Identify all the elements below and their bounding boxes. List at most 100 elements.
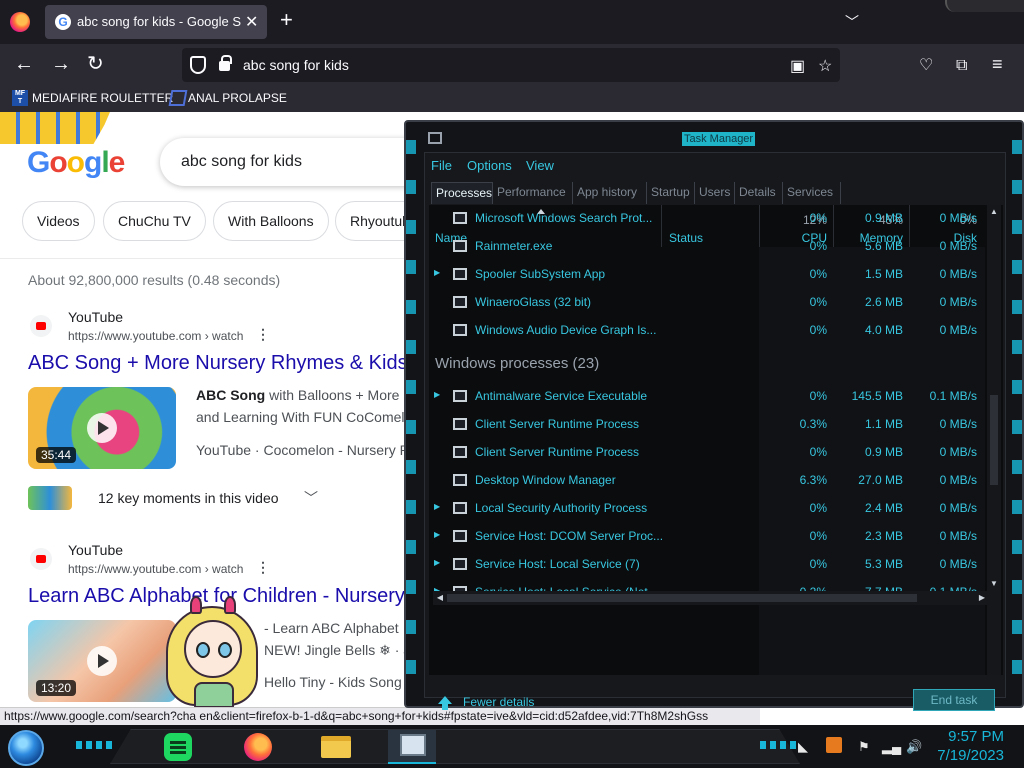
- tray-chevron-icon[interactable]: ◣: [798, 739, 808, 755]
- reload-icon[interactable]: ↻: [87, 54, 104, 74]
- process-disk: 0 MB/s: [939, 295, 977, 309]
- result-menu-kebab-icon[interactable]: ⋮: [256, 326, 270, 343]
- menu-file[interactable]: File: [431, 158, 452, 173]
- firefox-logo-icon[interactable]: [10, 12, 30, 32]
- key-moments-thumbnail[interactable]: [28, 486, 72, 510]
- fewer-details-up-arrow-icon[interactable]: [437, 696, 453, 712]
- process-memory: 0.9 MB: [864, 211, 903, 225]
- result-site-name[interactable]: YouTube: [68, 309, 123, 325]
- result-url[interactable]: https://www.youtube.com › watch: [68, 562, 243, 576]
- fewer-details-link[interactable]: Fewer details: [463, 695, 534, 709]
- process-row[interactable]: Desktop Window Manager 6.3% 27.0 MB 0 MB/s: [429, 467, 985, 495]
- chip-chuchu-tv[interactable]: ChuChu TV: [103, 201, 206, 241]
- desktop-screen: G abc song for kids - Google Search ✕ + …: [0, 0, 1024, 768]
- tab-users[interactable]: Users: [695, 182, 735, 204]
- tab-details[interactable]: Details: [735, 182, 783, 204]
- process-row[interactable]: Client Server Runtime Process 0.3% 1.1 MB 0…: [429, 411, 985, 439]
- result-site-name[interactable]: YouTube: [68, 542, 123, 558]
- process-row[interactable]: WinaeroGlass (32 bit) 0% 2.6 MB 0 MB/s: [429, 289, 985, 317]
- address-bar-text[interactable]: abc song for kids: [243, 57, 349, 73]
- result-url[interactable]: https://www.youtube.com › watch: [68, 329, 243, 343]
- task-manager-title-icon[interactable]: [428, 132, 442, 144]
- video-thumbnail[interactable]: 35:44: [28, 387, 176, 469]
- process-row[interactable]: ▶ Service Host: Local Service (7) 0% 5.3 MB…: [429, 551, 985, 579]
- scroll-left-arrow-icon[interactable]: ◀: [435, 593, 445, 603]
- clock-date[interactable]: 7/19/2023: [928, 747, 1004, 764]
- process-row[interactable]: ▶ Service Host: DCOM Server Proc... 0% 2.3 …: [429, 523, 985, 551]
- extensions-puzzle-icon[interactable]: ⧉: [956, 56, 967, 76]
- expand-arrow-icon[interactable]: ▶: [434, 558, 440, 567]
- list-all-tabs-chevron-icon[interactable]: ﹀: [845, 12, 859, 32]
- result-title-link[interactable]: ABC Song + More Nursery Rhymes & Kids: [28, 352, 408, 375]
- tab-app-history[interactable]: App history: [573, 182, 647, 204]
- end-task-button[interactable]: End task: [913, 689, 995, 711]
- process-row[interactable]: ▶ Spooler SubSystem App 0% 1.5 MB 0 MB/s: [429, 261, 985, 289]
- vertical-scroll-thumb[interactable]: [990, 395, 998, 485]
- youtube-favicon-icon[interactable]: [30, 315, 52, 337]
- start-button-orb-icon[interactable]: [8, 730, 44, 766]
- new-tab-button[interactable]: +: [280, 9, 293, 31]
- process-disk: 0 MB/s: [939, 557, 977, 571]
- process-disk: 0 MB/s: [939, 529, 977, 543]
- mediafire-bookmark-icon[interactable]: MF T: [12, 90, 28, 106]
- tab-services[interactable]: Services: [783, 182, 841, 204]
- expand-arrow-icon[interactable]: ▶: [434, 390, 440, 399]
- horizontal-scrollbar[interactable]: ◀ ▶: [433, 591, 989, 605]
- bookmark-mediafire-rouletter[interactable]: MEDIAFIRE ROULETTER: [32, 91, 173, 105]
- scroll-up-arrow-icon[interactable]: ▲: [989, 207, 999, 217]
- tracking-protection-shield-icon[interactable]: [190, 56, 206, 74]
- menu-view[interactable]: View: [526, 158, 554, 173]
- play-icon[interactable]: [87, 413, 117, 443]
- hamburger-menu-icon[interactable]: ≡: [992, 54, 1003, 74]
- google-logo[interactable]: Google: [27, 146, 125, 180]
- expand-arrow-icon[interactable]: ▶: [434, 502, 440, 511]
- chip-with-balloons[interactable]: With Balloons: [213, 201, 329, 241]
- tab-processes[interactable]: Processes: [431, 182, 493, 204]
- address-bar[interactable]: abc song for kids ▣ ☆: [182, 48, 840, 82]
- expand-arrow-icon[interactable]: ▶: [434, 268, 440, 277]
- process-row[interactable]: Rainmeter.exe 0% 5.6 MB 0 MB/s: [429, 233, 985, 261]
- tab-startup[interactable]: Startup: [647, 182, 695, 204]
- browser-tab-google-search[interactable]: G abc song for kids - Google Search ✕: [45, 5, 267, 39]
- group-header-windows-processes[interactable]: Windows processes (23): [435, 355, 599, 372]
- expand-arrow-icon[interactable]: ▶: [434, 530, 440, 539]
- taskbar-file-explorer[interactable]: [312, 730, 360, 764]
- taskbar-firefox[interactable]: [234, 730, 282, 764]
- scroll-down-arrow-icon[interactable]: ▼: [989, 579, 999, 589]
- play-icon[interactable]: [87, 646, 117, 676]
- pocket-icon[interactable]: ♡: [919, 56, 933, 76]
- clock-time[interactable]: 9:57 PM: [938, 728, 1004, 745]
- action-center-flag-icon[interactable]: ⚑: [858, 739, 870, 755]
- tab-performance[interactable]: Performance: [493, 182, 573, 204]
- search-query-text[interactable]: abc song for kids: [181, 153, 302, 171]
- taskbar-spotify[interactable]: [154, 730, 202, 764]
- result-menu-kebab-icon[interactable]: ⋮: [256, 559, 270, 576]
- volume-icon[interactable]: 🔊: [906, 739, 922, 755]
- bookmark-star-icon[interactable]: ☆: [818, 56, 832, 76]
- process-row[interactable]: ▶ Local Security Authority Process 0% 2.4 M…: [429, 495, 985, 523]
- lock-icon[interactable]: [219, 55, 232, 71]
- process-row[interactable]: Microsoft Windows Search Prot... 0% 0.9 MB…: [429, 205, 985, 233]
- network-icon[interactable]: ▂▄: [882, 739, 901, 755]
- process-row[interactable]: ▶ Antimalware Service Executable 0% 145.5 M…: [429, 383, 985, 411]
- taskbar-task-manager[interactable]: [388, 730, 436, 764]
- process-row[interactable]: Client Server Runtime Process 0% 0.9 MB 0 M…: [429, 439, 985, 467]
- tray-app-icon[interactable]: [826, 737, 842, 753]
- sticker-body: [194, 682, 234, 708]
- menu-options[interactable]: Options: [467, 158, 512, 173]
- scroll-right-arrow-icon[interactable]: ▶: [977, 593, 987, 603]
- tab-close-icon[interactable]: ✕: [245, 12, 258, 32]
- chip-videos[interactable]: Videos: [22, 201, 95, 241]
- forward-arrow-icon[interactable]: →: [51, 54, 71, 74]
- video-thumbnail[interactable]: 13:20: [28, 620, 176, 702]
- chevron-down-icon[interactable]: ﹀: [304, 488, 318, 508]
- reader-view-icon[interactable]: ▣: [790, 56, 805, 76]
- bookmark-anal-prolapse[interactable]: ANAL PROLAPSE: [188, 91, 287, 105]
- horizontal-scroll-thumb[interactable]: [447, 594, 917, 602]
- youtube-favicon-icon[interactable]: [30, 548, 52, 570]
- process-row[interactable]: Windows Audio Device Graph Is... 0% 4.0 MB…: [429, 317, 985, 345]
- vertical-scrollbar[interactable]: ▲ ▼: [987, 205, 1001, 675]
- sigma-bookmark-icon[interactable]: [168, 90, 188, 106]
- key-moments-toggle[interactable]: 12 key moments in this video: [98, 490, 279, 506]
- back-arrow-icon[interactable]: ←: [14, 54, 34, 74]
